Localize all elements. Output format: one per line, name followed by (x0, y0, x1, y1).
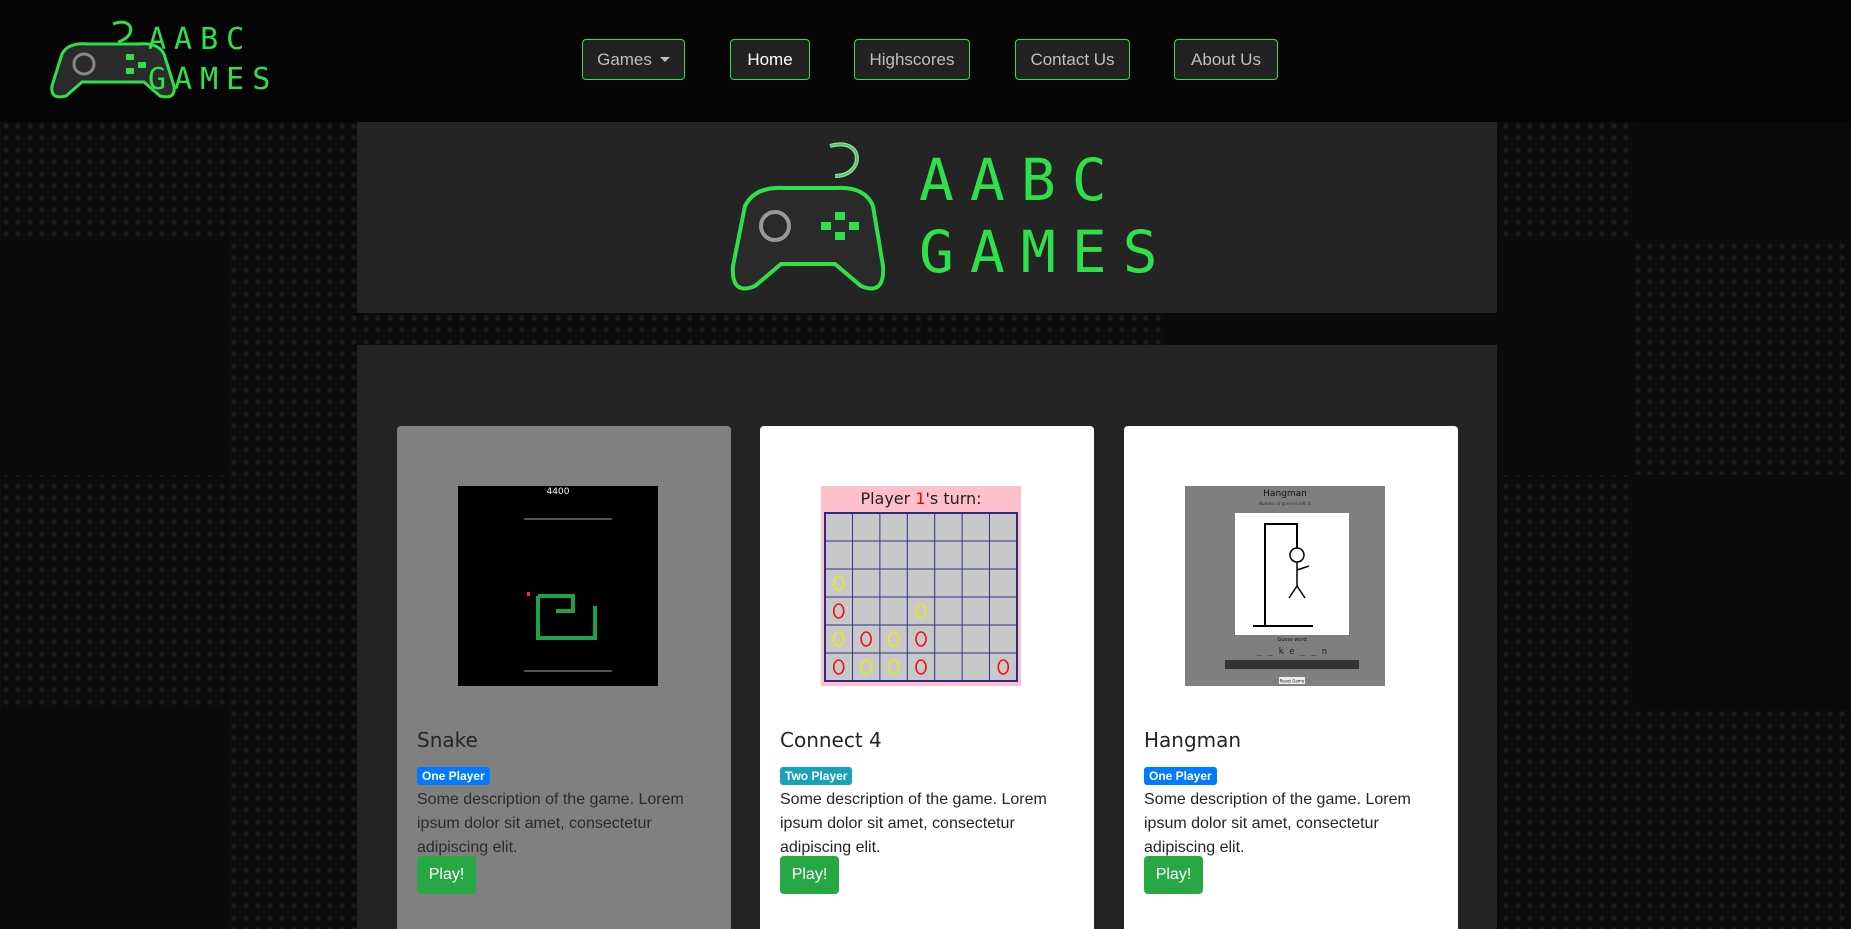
nav-highscores[interactable]: Highscores (854, 39, 970, 80)
hangman-subheading: Number of guesses left: 6 (1259, 501, 1311, 506)
game-card-connect4: Player 1's turn: Connect 4 Two Player So… (760, 426, 1094, 929)
caret-down-icon (659, 57, 670, 62)
nav-games-label: Games (597, 49, 652, 69)
game-title: Snake (417, 728, 478, 752)
snake-preview-image[interactable]: 4400 (458, 486, 658, 686)
navbar: AABC GAMES Games Home Highscores Contact… (0, 0, 1851, 122)
games-section: 4400 Snake One Player Some description o… (357, 345, 1497, 929)
hangman-heading: Hangman (1263, 489, 1307, 499)
guess-label: Guess word (1277, 637, 1306, 643)
nav-contact[interactable]: Contact Us (1015, 39, 1130, 80)
nav-games-dropdown[interactable]: Games (582, 39, 685, 80)
play-button[interactable]: Play! (780, 856, 839, 894)
game-card-hangman: Hangman Number of guesses left: 6 Guess … (1124, 426, 1458, 929)
player-badge: Two Player (780, 767, 853, 785)
hangman-preview-image[interactable]: Hangman Number of guesses left: 6 Guess … (1185, 486, 1385, 686)
nav-about[interactable]: About Us (1174, 39, 1278, 80)
player-badge: One Player (417, 767, 490, 785)
game-description: Some description of the game. Lorem ipsu… (780, 791, 1047, 856)
play-button[interactable]: Play! (1144, 856, 1203, 894)
brand-line-1: AABC (148, 22, 253, 57)
play-button[interactable]: Play! (417, 856, 476, 894)
game-description: Some description of the game. Lorem ipsu… (417, 791, 684, 856)
hero-brand-text: AABC GAMES (919, 144, 1174, 288)
player-badge: One Player (1144, 767, 1217, 785)
connect4-preview-image[interactable]: Player 1's turn: (821, 486, 1021, 686)
hero-line-2: GAMES (919, 218, 1174, 286)
gamepad-logo-icon (730, 142, 885, 291)
brand-text[interactable]: AABC GAMES (148, 20, 278, 100)
hidden-word: _ _ k e _ _ n (1257, 647, 1327, 657)
brand-line-2: GAMES (148, 62, 279, 97)
hero-line-1: AABC (919, 146, 1123, 214)
game-card-snake: 4400 Snake One Player Some description o… (397, 426, 731, 929)
turn-indicator: Player 1's turn: (860, 489, 981, 508)
game-description: Some description of the game. Lorem ipsu… (1144, 791, 1411, 856)
nav-home[interactable]: Home (730, 39, 810, 80)
hero-banner: AABC GAMES (357, 122, 1497, 313)
game-title: Connect 4 (780, 728, 882, 752)
snake-score: 4400 (547, 487, 570, 497)
game-title: Hangman (1144, 728, 1242, 752)
reset-game-button: Reset Game (1280, 679, 1305, 684)
